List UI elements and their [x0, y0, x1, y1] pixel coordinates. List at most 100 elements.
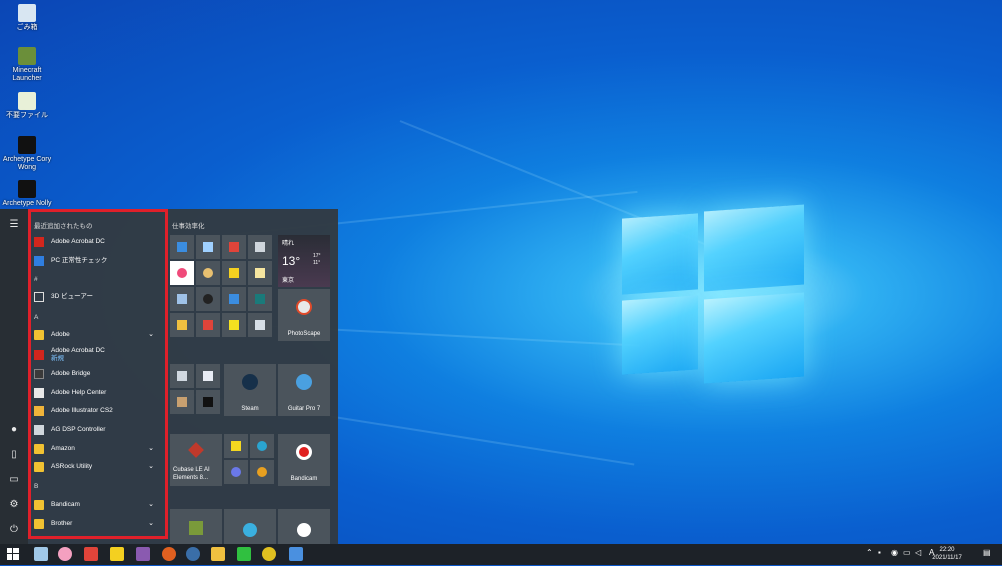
app-folder-brother[interactable]: Brother ⌄: [34, 516, 160, 532]
taskbar-app-1-icon[interactable]: [34, 547, 48, 561]
clock[interactable]: 22:20 2021/11/17: [922, 546, 972, 562]
ag-dsp-controller-icon: [34, 425, 44, 435]
app-item-adobe-acrobat-dc-recent[interactable]: Adobe Acrobat DC: [34, 234, 160, 250]
itunes-icon[interactable]: [58, 547, 72, 561]
tile-epic-games[interactable]: [196, 390, 220, 414]
desktop-icon-junk-files[interactable]: 不要ファイル: [1, 92, 53, 120]
folder-icon: [34, 462, 44, 472]
tile-app-28[interactable]: [278, 509, 330, 544]
tile-app-16[interactable]: [248, 313, 272, 337]
desktop-icon-archetype-nolly[interactable]: Archetype Nolly: [1, 180, 53, 208]
guitar-pro-icon: [296, 374, 312, 390]
app-list: 最近追加されたもの Adobe Acrobat DC PC 正常性チェック # …: [30, 209, 164, 544]
taskbar-app-5-icon[interactable]: [136, 547, 150, 561]
file-explorer-icon[interactable]: [211, 547, 225, 561]
steam-icon[interactable]: [186, 547, 200, 561]
line-icon[interactable]: [237, 547, 251, 561]
acrobat-icon: [34, 237, 44, 247]
tile-app-9[interactable]: [170, 287, 194, 311]
app-item-adobe-help-center[interactable]: Adobe Help Center: [34, 385, 160, 401]
app-folder-asrock-utility[interactable]: ASRock Utility ⌄: [34, 459, 160, 475]
weather-temp: 13°: [282, 254, 301, 268]
section-header-a[interactable]: A: [34, 314, 38, 321]
network-icon[interactable]: ▭: [903, 548, 911, 557]
acrobat-icon: [34, 350, 44, 360]
tile-app-10[interactable]: [196, 287, 220, 311]
chrome-icon[interactable]: [262, 547, 276, 561]
tile-app-8[interactable]: [248, 261, 272, 285]
section-header-recent: 最近追加されたもの: [34, 223, 93, 230]
tile-app-3[interactable]: [222, 235, 246, 259]
tile-app-13[interactable]: [170, 313, 194, 337]
desktop-icon-archetype-cory-wong[interactable]: Archetype Cory Wong: [1, 136, 53, 172]
tile-cubase[interactable]: Cubase LE AI Elements 8...: [170, 434, 222, 486]
tile-bandicam[interactable]: Bandicam: [278, 434, 330, 486]
app-item-adobe-acrobat-dc[interactable]: Adobe Acrobat DC 新規: [34, 345, 160, 367]
tile-itunes[interactable]: [170, 261, 194, 285]
hamburger-menu-icon[interactable]: ☰: [6, 217, 22, 233]
tile-app-14[interactable]: [196, 313, 220, 337]
tile-edge[interactable]: [250, 434, 274, 458]
tile-weather[interactable]: 晴れ 13° 17° 11° 東京: [278, 235, 330, 287]
section-header-b[interactable]: B: [34, 483, 38, 490]
app-item-ag-dsp-controller[interactable]: AG DSP Controller: [34, 422, 160, 438]
app-icon: [255, 268, 265, 278]
tile-app-24[interactable]: [250, 460, 274, 484]
taskbar-app-11-icon[interactable]: [289, 547, 303, 561]
tile-app-4[interactable]: [248, 235, 272, 259]
tile-discord[interactable]: [224, 460, 248, 484]
tile-paint[interactable]: [196, 261, 220, 285]
taskbar-app-3-icon[interactable]: [84, 547, 98, 561]
tile-minecraft[interactable]: [170, 509, 222, 544]
chevron-up-icon[interactable]: ⌃: [866, 548, 873, 557]
app-item-pc-health-check[interactable]: PC 正常性チェック: [34, 253, 160, 269]
tile-app-2[interactable]: [196, 235, 220, 259]
app-folder-adobe[interactable]: Adobe ⌄: [34, 327, 160, 343]
user-avatar-icon[interactable]: ●: [6, 422, 22, 438]
chevron-down-icon: ⌄: [148, 501, 154, 508]
documents-icon[interactable]: ▯: [6, 447, 22, 463]
tile-kakaotalk[interactable]: [224, 434, 248, 458]
notification-icon[interactable]: ▤: [983, 548, 991, 557]
app-icon: [177, 294, 187, 304]
tile-guitar-pro[interactable]: Guitar Pro 7: [278, 364, 330, 416]
desktop-icon-recycle-bin[interactable]: ごみ箱: [1, 4, 53, 32]
tile-app-7[interactable]: [222, 261, 246, 285]
app-item-3d-viewer[interactable]: 3D ビューアー: [34, 289, 160, 305]
folder-icon: [34, 444, 44, 454]
pictures-icon[interactable]: ▭: [6, 472, 22, 488]
power-icon[interactable]: ⏻: [6, 522, 22, 538]
chevron-down-icon: ⌄: [148, 331, 154, 338]
app-item-adobe-illustrator-cs2[interactable]: Adobe Illustrator CS2: [34, 403, 160, 419]
new-badge: 新規: [51, 355, 64, 362]
tile-app-18[interactable]: [196, 364, 220, 388]
tile-app-27[interactable]: [224, 509, 276, 544]
app-icon: [177, 397, 187, 407]
tile-app-17[interactable]: [170, 364, 194, 388]
tile-app-12[interactable]: [248, 287, 272, 311]
section-header-hash[interactable]: #: [34, 276, 38, 283]
photos-icon: [229, 294, 239, 304]
app-folder-amazon[interactable]: Amazon ⌄: [34, 441, 160, 457]
app-item-adobe-bridge[interactable]: Adobe Bridge: [34, 366, 160, 382]
tile-photos[interactable]: [222, 287, 246, 311]
taskbar-app-6-icon[interactable]: [162, 547, 176, 561]
app-icon: [255, 242, 265, 252]
tile-photoscape[interactable]: PhotoScape: [278, 289, 330, 341]
desktop-icon-minecraft[interactable]: Minecraft Launcher: [1, 47, 53, 83]
volume-icon[interactable]: ◁: [915, 548, 921, 557]
settings-gear-icon[interactable]: ⚙: [6, 497, 22, 513]
sticky-notes-icon[interactable]: [110, 547, 124, 561]
adobe-illustrator-icon: [34, 406, 44, 416]
app-folder-bandicam[interactable]: Bandicam ⌄: [34, 497, 160, 513]
folder-icon: [18, 92, 36, 110]
tile-app-19[interactable]: [170, 390, 194, 414]
tile-app-1[interactable]: [170, 235, 194, 259]
tile-group-title: 仕事効率化: [172, 223, 205, 230]
tray-icon-2[interactable]: ◉: [891, 548, 898, 557]
tray-icon-1[interactable]: ▪: [878, 548, 881, 557]
windows-start-icon[interactable]: [6, 547, 20, 561]
tile-steam[interactable]: Steam: [224, 364, 276, 416]
tile-sticky-notes[interactable]: [222, 313, 246, 337]
desktop-icon-label: Archetype Nolly: [2, 200, 52, 207]
